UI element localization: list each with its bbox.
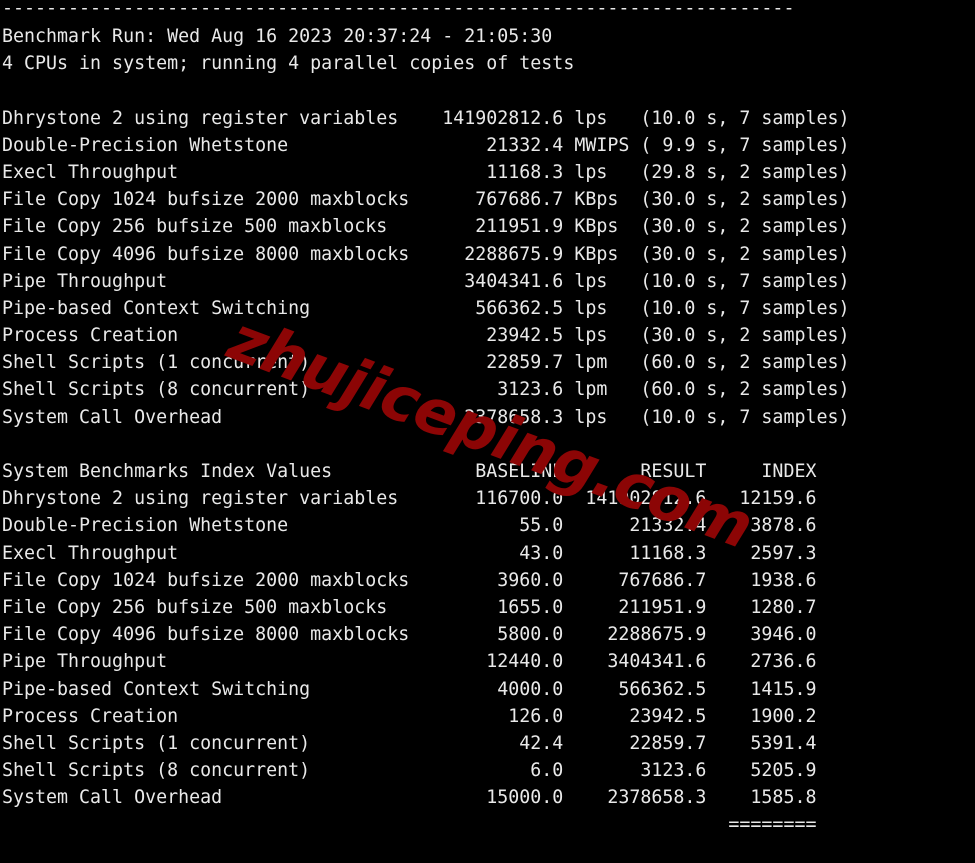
result-row: Shell Scripts (8 concurrent) 3123.6 lpm … (2, 379, 850, 401)
spacer-line (2, 77, 973, 104)
spacer-line (2, 839, 973, 863)
index-table-row: Dhrystone 2 using register variables 116… (2, 488, 817, 510)
terminal-screen: ----------------------------------------… (2, 0, 973, 863)
index-table-row: Double-Precision Whetstone 55.0 21332.4 … (2, 515, 817, 537)
result-row: File Copy 256 bufsize 500 maxblocks 2119… (2, 216, 850, 238)
result-row: Double-Precision Whetstone 21332.4 MWIPS… (2, 134, 850, 156)
index-table-row: Shell Scripts (8 concurrent) 6.0 3123.6 … (2, 760, 817, 782)
raw-results-block: Dhrystone 2 using register variables 141… (2, 105, 973, 431)
result-row: File Copy 1024 bufsize 2000 maxblocks 76… (2, 189, 850, 211)
index-table-separator: ======== (2, 814, 817, 836)
header-rule: ----------------------------------------… (2, 0, 795, 19)
index-values-block: System Benchmarks Index Values BASELINE … (2, 458, 973, 863)
index-table-row: File Copy 256 bufsize 500 maxblocks 1655… (2, 596, 817, 618)
result-row: Pipe Throughput 3404341.6 lps (10.0 s, 7… (2, 270, 850, 292)
index-table-row: Pipe-based Context Switching 4000.0 5663… (2, 678, 817, 700)
result-row: System Call Overhead 2378658.3 lps (10.0… (2, 406, 850, 428)
index-table-row: File Copy 4096 bufsize 8000 maxblocks 58… (2, 624, 817, 646)
benchmark-run-line: Benchmark Run: Wed Aug 16 2023 20:37:24 … (2, 26, 553, 47)
index-table-header: System Benchmarks Index Values BASELINE … (2, 461, 817, 482)
result-row: Pipe-based Context Switching 566362.5 lp… (2, 297, 850, 319)
index-table-row: File Copy 1024 bufsize 2000 maxblocks 39… (2, 569, 817, 591)
result-row: File Copy 4096 bufsize 8000 maxblocks 22… (2, 243, 850, 265)
spacer-line (2, 431, 973, 458)
index-table-row: Shell Scripts (1 concurrent) 42.4 22859.… (2, 732, 817, 754)
index-table-row: Pipe Throughput 12440.0 3404341.6 2736.6 (2, 651, 817, 673)
cpu-info-line: 4 CPUs in system; running 4 parallel cop… (2, 53, 575, 75)
index-table-row: Process Creation 126.0 23942.5 1900.2 (2, 705, 817, 727)
result-row: Dhrystone 2 using register variables 141… (2, 107, 850, 129)
index-table-row: System Call Overhead 15000.0 2378658.3 1… (2, 787, 817, 809)
index-table-row: Execl Throughput 43.0 11168.3 2597.3 (2, 542, 817, 564)
result-row: Execl Throughput 11168.3 lps (29.8 s, 2 … (2, 161, 850, 183)
result-row: Shell Scripts (1 concurrent) 22859.7 lpm… (2, 352, 850, 374)
result-row: Process Creation 23942.5 lps (30.0 s, 2 … (2, 325, 850, 347)
terminal-window: zhujiceping.com ------------------------… (0, 0, 975, 863)
